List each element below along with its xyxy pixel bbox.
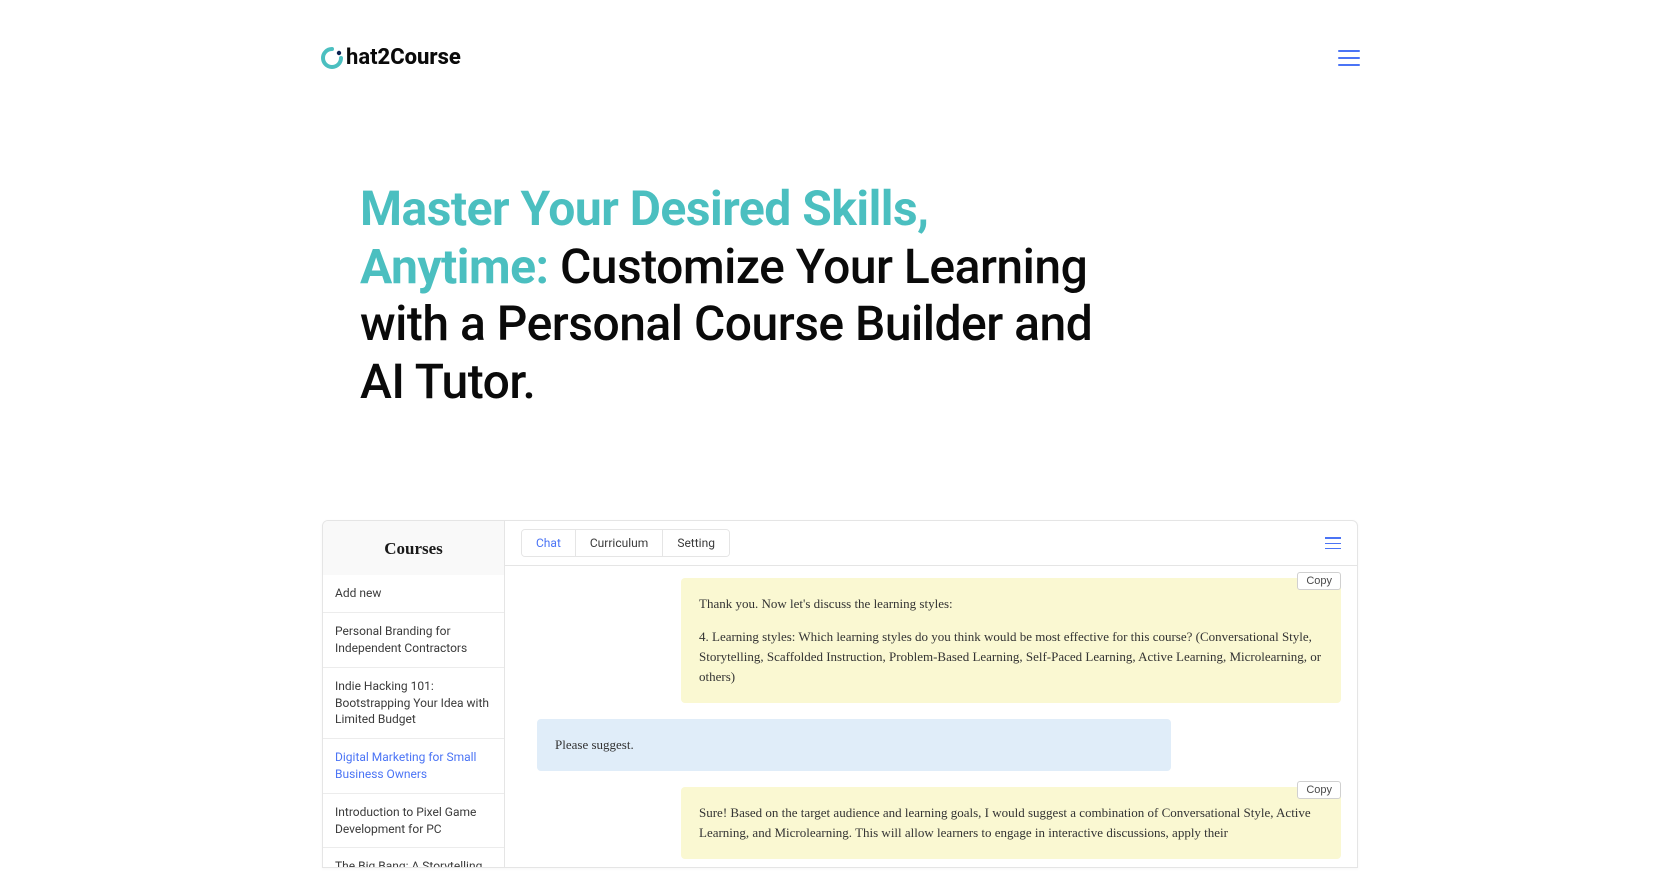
panel-menu-icon[interactable] [1325,537,1341,549]
tab-chat[interactable]: Chat [522,530,575,556]
sidebar-item-course[interactable]: Introduction to Pixel Game Development f… [323,794,504,849]
message-body: Thank you. Now let's discuss the learnin… [681,578,1341,703]
brand-logo[interactable]: hat2Course [320,45,461,70]
courses-sidebar: Courses Add newPersonal Branding for Ind… [323,521,505,867]
sidebar-title: Courses [323,521,504,575]
app-main-header: ChatCurriculumSetting [505,521,1357,566]
chat-message-ai: CopyThank you. Now let's discuss the lea… [521,578,1341,703]
chat-message-ai: CopySure! Based on the target audience a… [521,787,1341,859]
sidebar-item-course[interactable]: Indie Hacking 101: Bootstrapping Your Id… [323,668,504,739]
copy-button[interactable]: Copy [1297,781,1341,799]
logo-text-part2: 2Course [378,45,461,70]
page-header: hat2Course [320,45,1360,70]
message-text: Please suggest. [555,735,1153,755]
sidebar-item-course[interactable]: Personal Branding for Independent Contra… [323,613,504,668]
hero-section: Master Your Desired Skills, Anytime: Cus… [360,180,1120,410]
logo-icon [320,46,344,70]
sidebar-item-course[interactable]: Digital Marketing for Small Business Own… [323,739,504,794]
tabs: ChatCurriculumSetting [521,529,730,557]
app-preview: Courses Add newPersonal Branding for Ind… [322,520,1358,868]
copy-button[interactable]: Copy [1297,572,1341,590]
message-body: Sure! Based on the target audience and l… [681,787,1341,859]
tab-curriculum[interactable]: Curriculum [575,530,662,556]
sidebar-item-course[interactable]: The Big Bang: A Storytelling [323,848,504,868]
chat-message-user: Please suggest. [521,719,1341,771]
message-text: Sure! Based on the target audience and l… [699,803,1323,843]
menu-icon[interactable] [1338,50,1360,66]
app-main: ChatCurriculumSetting Copy Thank you. Now… [505,521,1357,867]
sidebar-item-add-new[interactable]: Add new [323,575,504,613]
logo-text-part1: hat [346,45,378,70]
message-text: 4. Learning styles: Which learning style… [699,627,1323,687]
message-body: Please suggest. [537,719,1171,771]
chat-area: Copy Thank you. Now let's discuss the lea… [505,566,1357,867]
tab-setting[interactable]: Setting [662,530,729,556]
hero-heading: Master Your Desired Skills, Anytime: Cus… [360,180,1120,410]
message-text: Thank you. Now let's discuss the learnin… [699,594,1323,614]
